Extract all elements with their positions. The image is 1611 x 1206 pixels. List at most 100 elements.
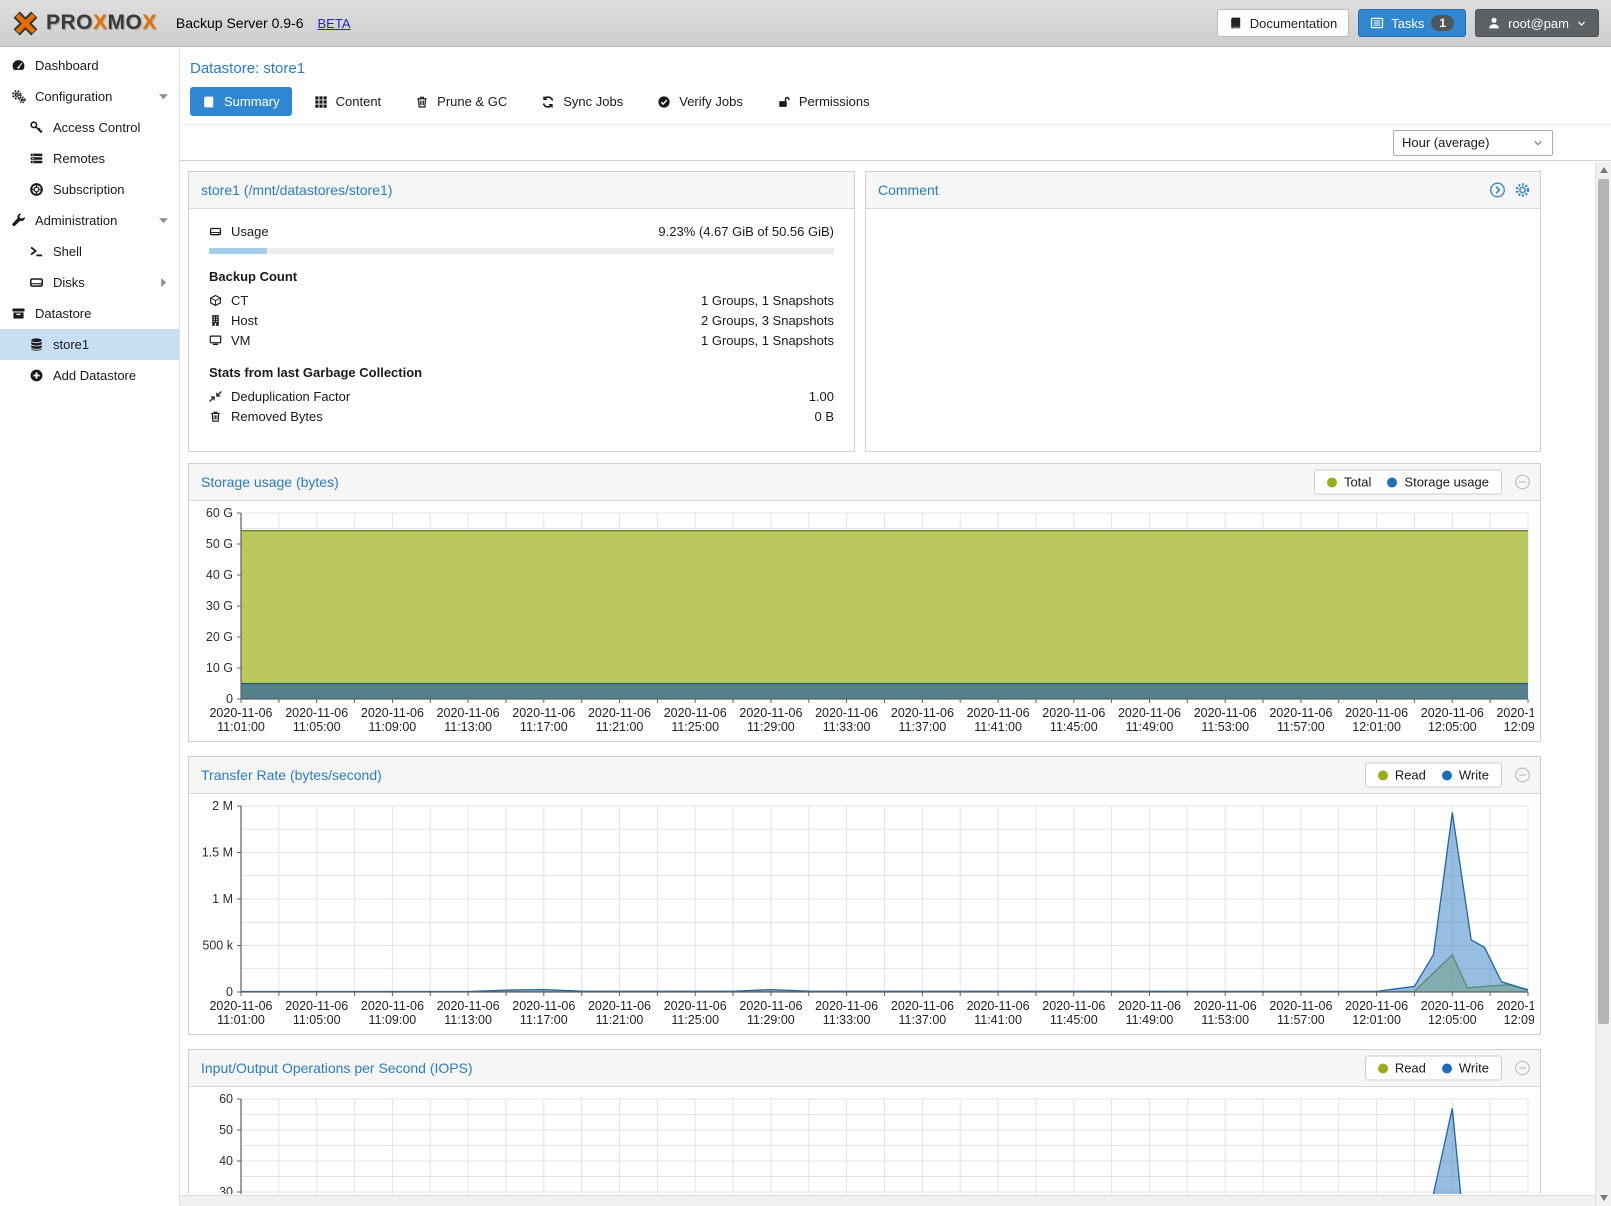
svg-text:11:17:00: 11:17:00 <box>520 1013 568 1027</box>
svg-text:2020-11-06: 2020-11-06 <box>437 706 500 720</box>
legend-dot <box>1387 477 1397 487</box>
svg-text:2020-11-06: 2020-11-06 <box>664 706 727 720</box>
sidebar-item-add-datastore[interactable]: Add Datastore <box>0 360 179 391</box>
unlock-icon <box>777 95 791 109</box>
sidebar-item-datastore[interactable]: Datastore <box>0 298 179 329</box>
tab-sync-jobs[interactable]: Sync Jobs <box>529 87 635 116</box>
legend-item-storage-usage[interactable]: Storage usage <box>1387 475 1489 490</box>
svg-text:2020-11-06: 2020-11-06 <box>1118 706 1181 720</box>
legend-label: Total <box>1344 475 1371 490</box>
tasks-button[interactable]: Tasks 1 <box>1358 9 1466 37</box>
tab-bar: Summary Content Prune & GC Sync Jobs Verify … <box>180 83 1611 125</box>
stat-label: Deduplication Factor <box>231 389 350 404</box>
chevron-down-icon <box>1576 18 1587 29</box>
svg-text:2020-11-06: 2020-11-06 <box>361 706 424 720</box>
comment-panel: Comment <box>865 171 1541 452</box>
chart-svg: 010 G20 G30 G40 G50 G60 G2020-11-0611:01… <box>197 503 1534 741</box>
collapse-panel-button[interactable] <box>1514 1060 1531 1077</box>
vertical-scrollbar-thumb[interactable] <box>1598 179 1609 1024</box>
sidebar-item-store1[interactable]: store1 <box>0 329 179 360</box>
sidebar-item-remotes[interactable]: Remotes <box>0 143 179 174</box>
tab-label: Summary <box>224 94 280 109</box>
tab-label: Sync Jobs <box>563 94 623 109</box>
svg-text:60 G: 60 G <box>206 506 233 520</box>
svg-text:50 G: 50 G <box>206 537 233 551</box>
legend-dot <box>1378 1063 1388 1073</box>
beta-link[interactable]: BETA <box>318 16 351 31</box>
trash-icon <box>209 410 222 423</box>
main-content: Datastore: store1 SummaryContentPrune & … <box>180 47 1611 1206</box>
chart-svg: 0500 k1 M1.5 M2 M2020-11-0611:01:002020-… <box>197 796 1534 1034</box>
legend-dot <box>1327 477 1337 487</box>
collapse-panel-button[interactable] <box>1514 767 1531 784</box>
sidebar-item-shell[interactable]: Shell <box>0 236 179 267</box>
tab-prune-gc[interactable]: Prune & GC <box>403 87 519 116</box>
svg-text:11:05:00: 11:05:00 <box>293 720 341 734</box>
sidebar-item-subscription[interactable]: Subscription <box>0 174 179 205</box>
svg-text:1 M: 1 M <box>212 892 233 906</box>
backup-count-rows: CT1 Groups, 1 SnapshotsHost2 Groups, 3 S… <box>209 290 834 350</box>
svg-text:11:37:00: 11:37:00 <box>899 1013 947 1027</box>
chart-legend: Total Storage usage <box>1314 470 1502 495</box>
scroll-down-arrow-icon[interactable] <box>1600 1195 1608 1201</box>
sidebar-item-administration[interactable]: Administration <box>0 205 179 236</box>
svg-text:2020-11-06: 2020-11-06 <box>512 999 575 1013</box>
svg-text:20 G: 20 G <box>206 630 233 644</box>
check-circle-icon <box>657 95 671 109</box>
legend-item-read[interactable]: Read <box>1378 768 1426 783</box>
tab-label: Permissions <box>799 94 870 109</box>
sidebar-item-configuration[interactable]: Configuration <box>0 81 179 112</box>
svg-text:50: 50 <box>219 1123 233 1137</box>
app-header: PROXMOX Backup Server 0.9-6 BETA Documen… <box>0 0 1611 47</box>
gear-icon[interactable] <box>1514 182 1531 199</box>
svg-text:2020-11-06: 2020-11-06 <box>1042 706 1105 720</box>
tab-permissions[interactable]: Permissions <box>765 87 882 116</box>
tab-label: Content <box>336 94 382 109</box>
svg-text:2020-11-06: 2020-11-06 <box>1269 706 1332 720</box>
sidebar-item-dashboard[interactable]: Dashboard <box>0 50 179 81</box>
caret-down-icon[interactable] <box>156 213 171 228</box>
sidebar-item-label: Subscription <box>53 182 125 197</box>
svg-text:11:33:00: 11:33:00 <box>823 1013 871 1027</box>
caret-right-icon[interactable] <box>156 275 171 290</box>
documentation-button[interactable]: Documentation <box>1217 9 1349 37</box>
sidebar-item-access-control[interactable]: Access Control <box>0 112 179 143</box>
stat-value: 1 Groups, 1 Snapshots <box>701 293 834 308</box>
terminal-icon <box>29 244 44 259</box>
caret-down-icon[interactable] <box>156 89 171 104</box>
svg-text:2020-11-06: 2020-11-06 <box>739 706 802 720</box>
stat-label: CT <box>231 293 248 308</box>
svg-text:11:41:00: 11:41:00 <box>974 1013 1022 1027</box>
sidebar-item-label: Configuration <box>35 89 112 104</box>
summary-row: store1 (/mnt/datastores/store1) Usage 9.… <box>188 171 1541 452</box>
book-icon <box>202 95 216 109</box>
range-select[interactable]: Hour (average) <box>1393 130 1553 156</box>
svg-text:11:13:00: 11:13:00 <box>444 1013 492 1027</box>
svg-text:2 M: 2 M <box>212 799 233 813</box>
legend-dot <box>1442 1063 1452 1073</box>
collapse-panel-button[interactable] <box>1514 474 1531 491</box>
tab-verify-jobs[interactable]: Verify Jobs <box>645 87 755 116</box>
chart-title: Input/Output Operations per Second (IOPS… <box>201 1060 473 1076</box>
horizontal-scrollbar[interactable] <box>180 1195 1595 1206</box>
svg-text:2020-11-06: 2020-11-06 <box>1042 999 1105 1013</box>
legend-dot <box>1378 770 1388 780</box>
user-menu-button[interactable]: root@pam <box>1475 9 1599 37</box>
svg-text:30: 30 <box>219 1185 233 1194</box>
legend-item-write[interactable]: Write <box>1442 1061 1489 1076</box>
chart-canvas: 0500 k1 M1.5 M2 M2020-11-0611:01:002020-… <box>189 794 1540 1034</box>
sidebar-item-disks[interactable]: Disks <box>0 267 179 298</box>
legend-item-total[interactable]: Total <box>1327 475 1371 490</box>
tab-summary[interactable]: Summary <box>190 87 292 116</box>
legend-item-read[interactable]: Read <box>1378 1061 1426 1076</box>
scroll-up-arrow-icon[interactable] <box>1600 167 1608 173</box>
vertical-scrollbar[interactable] <box>1595 162 1611 1206</box>
charts: Storage usage (bytes)TotalStorage usage0… <box>188 463 1595 1194</box>
desktop-icon <box>209 334 222 347</box>
legend-label: Storage usage <box>1404 475 1489 490</box>
expand-circle-chevron-button[interactable] <box>1489 182 1506 199</box>
svg-text:12:01:00: 12:01:00 <box>1352 720 1401 734</box>
legend-item-write[interactable]: Write <box>1442 768 1489 783</box>
tab-content[interactable]: Content <box>302 87 394 116</box>
gc-stats-rows: Deduplication Factor1.00Removed Bytes0 B <box>209 386 834 426</box>
